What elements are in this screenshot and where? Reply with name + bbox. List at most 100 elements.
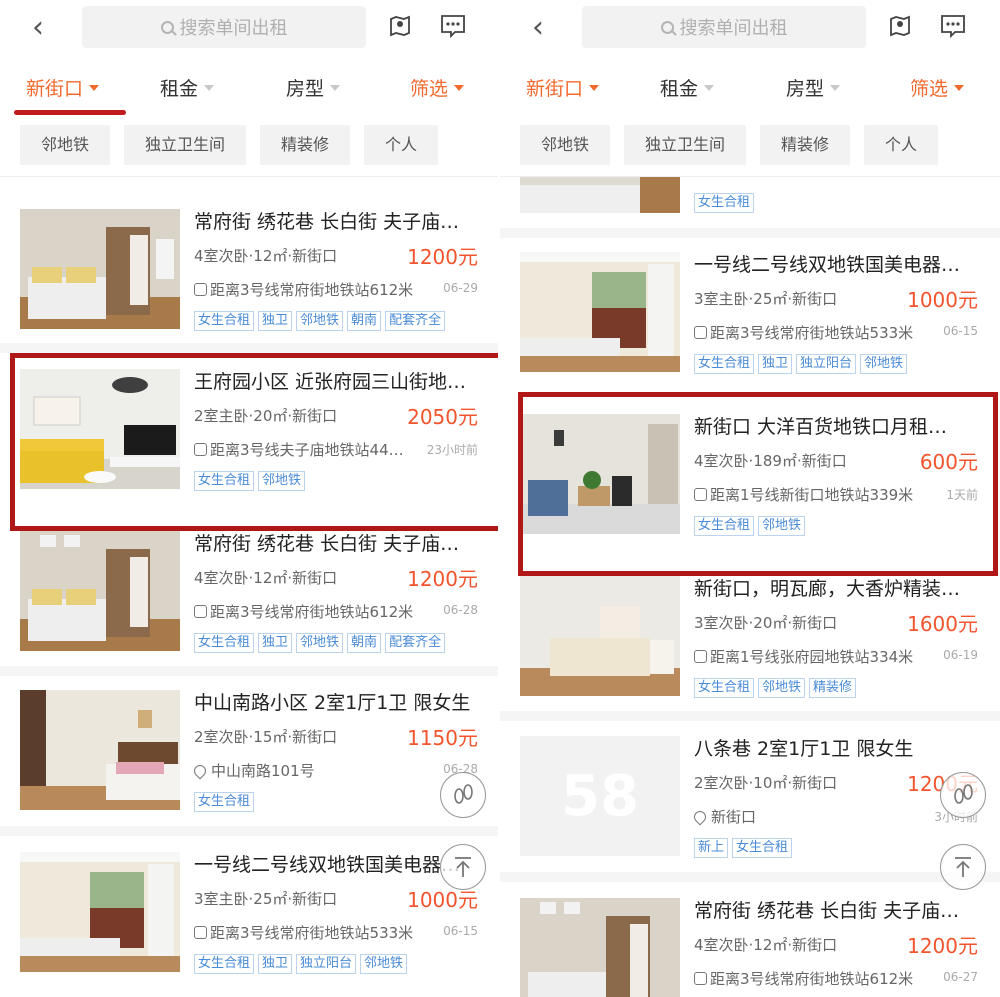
tag: 女生合租 [194, 792, 255, 812]
listing-location-text: 距离1号线张府园地铁站334米 [710, 648, 914, 666]
listing-time: 06-19 [943, 648, 978, 662]
filter-more[interactable]: 筛选 [910, 74, 965, 101]
filter-rent[interactable]: 租金 [660, 74, 715, 101]
listing-location: 距离3号线常府街地铁站612米 [194, 601, 424, 622]
chip-fine-decoration[interactable]: 精装修 [760, 125, 850, 165]
listing-photo [20, 690, 180, 810]
tag: 邻地铁 [296, 311, 344, 331]
dropdown-arrow-icon [589, 84, 600, 91]
active-filter-underline [14, 110, 126, 115]
chip-individual[interactable]: 个人 [364, 125, 438, 165]
search-input[interactable]: 搜索单间出租 [582, 6, 866, 48]
dropdown-arrow-icon [330, 84, 341, 91]
chip-near-subway[interactable]: 邻地铁 [520, 125, 610, 165]
tag: 女生合租 [194, 311, 255, 331]
filter-location[interactable]: 新街口 [26, 74, 100, 101]
dropdown-arrow-icon [830, 84, 841, 91]
filter-more[interactable]: 筛选 [410, 74, 465, 101]
back-to-top-button[interactable] [940, 844, 986, 890]
filter-location-label: 新街口 [526, 78, 584, 100]
highlight-frame [10, 353, 500, 531]
footprint-button[interactable] [940, 772, 986, 818]
chip-fine-decoration[interactable]: 精装修 [260, 125, 350, 165]
listing-meta: 3室次卧·20㎡·新街口 [694, 614, 838, 632]
listing-item[interactable]: 常府街 绣花巷 长白街 夫子庙… 4室次卧·12㎡·新街口 1200元 距离3号… [0, 517, 500, 667]
filter-room-type[interactable]: 房型 [786, 74, 841, 101]
dropdown-arrow-icon [204, 84, 215, 91]
listing-item[interactable]: 常府街 绣花巷 长白街 夫子庙… 4室次卧·12㎡·新街口 1200元 距离3号… [500, 884, 1000, 997]
message-icon[interactable] [940, 14, 966, 38]
listing-photo [520, 177, 680, 213]
listing-price: 1200元 [407, 245, 478, 269]
filter-rent-label: 租金 [660, 78, 699, 100]
listing-meta: 4室次卧·12㎡·新街口 [194, 569, 338, 587]
message-icon[interactable] [440, 14, 466, 38]
listing-photo-placeholder: 58 [520, 736, 680, 856]
listing-item[interactable]: 中山南路小区 2室1厅1卫 限女生 2室次卧·15㎡·新街口 1150元 中山南… [0, 676, 500, 826]
footprint-icon [454, 784, 473, 804]
listing-item[interactable]: 58 八条巷 2室1厅1卫 限女生 2室次卧·10㎡·新街口 1200元 新街口… [500, 722, 1000, 872]
separator [500, 872, 1000, 882]
back-arrow-icon[interactable]: ‹ [24, 12, 52, 44]
listing-location-text: 距离3号线常府街地铁站533米 [210, 924, 414, 942]
listing-tags: 女生合租 独卫 邻地铁 朝南 配套齐全 [194, 311, 449, 331]
listing-item[interactable]: 一号线二号线双地铁国美电器… 3室主卧·25㎡·新街口 1000元 距离3号线常… [0, 838, 500, 988]
listing-tags: 女生合租 [694, 193, 758, 213]
tag: 独卫 [258, 954, 293, 974]
listing-meta: 2室次卧·15㎡·新街口 [194, 728, 338, 746]
chip-individual[interactable]: 个人 [864, 125, 938, 165]
filter-rent[interactable]: 租金 [160, 74, 215, 101]
highlight-frame [518, 392, 998, 576]
dropdown-arrow-icon [954, 84, 965, 91]
filter-location[interactable]: 新街口 [526, 74, 600, 101]
listing-title: 常府街 绣花巷 长白街 夫子庙… [194, 533, 460, 555]
footprint-button[interactable] [440, 772, 486, 818]
tag: 新上 [694, 838, 729, 858]
listing-photo [20, 852, 180, 972]
back-arrow-icon[interactable]: ‹ [524, 12, 552, 44]
filter-room-type-label: 房型 [286, 78, 325, 100]
listing-location: 距离3号线常府街地铁站533米 [194, 922, 424, 943]
search-placeholder: 搜索单间出租 [179, 18, 288, 39]
tag: 女生合租 [194, 633, 255, 653]
listing-location: 距离3号线常府街地铁站612米 [194, 279, 424, 300]
tag: 朝南 [347, 633, 382, 653]
chip-private-bathroom[interactable]: 独立卫生间 [124, 125, 246, 165]
map-icon[interactable] [888, 14, 912, 38]
listing-photo [520, 898, 680, 997]
separator [0, 666, 500, 676]
arrow-up-icon [955, 857, 971, 877]
chip-private-bathroom[interactable]: 独立卫生间 [624, 125, 746, 165]
listing-title: 新街口，明瓦廊，大香炉精装… [694, 578, 961, 600]
listing-photo [520, 252, 680, 372]
search-input[interactable]: 搜索单间出租 [82, 6, 366, 48]
filter-room-type[interactable]: 房型 [286, 74, 341, 101]
location-pin-icon [194, 762, 209, 779]
listing-location: 中山南路101号 [194, 760, 424, 781]
footprint-icon [954, 784, 973, 804]
listing-time: 06-15 [443, 924, 478, 938]
location-pin-icon [694, 808, 709, 825]
listing-location: 距离1号线张府园地铁站334米 [694, 646, 924, 667]
right-screen: ‹ 搜索单间出租 新街口 租金 房型 筛选 邻地铁 独立卫生间 精装修 个人 女… [500, 0, 1000, 997]
listing-time: 06-29 [443, 281, 478, 295]
tag: 女生合租 [694, 678, 755, 698]
listing-item[interactable]: 常府街 绣花巷 长白街 夫子庙… 4室次卧·12㎡·新街口 1200元 距离3号… [0, 195, 500, 345]
listing-item[interactable]: 女生合租 [500, 177, 1000, 227]
tag: 独卫 [758, 354, 793, 374]
chip-near-subway[interactable]: 邻地铁 [20, 125, 110, 165]
listing-item[interactable]: 一号线二号线双地铁国美电器… 3室主卧·25㎡·新街口 1000元 距离3号线常… [500, 238, 1000, 388]
listing-title: 常府街 绣花巷 长白街 夫子庙… [694, 900, 960, 922]
separator [500, 711, 1000, 721]
back-to-top-button[interactable] [440, 844, 486, 890]
tag: 朝南 [347, 311, 382, 331]
map-icon[interactable] [388, 14, 412, 38]
listing-item[interactable]: 新街口，明瓦廊，大香炉精装… 3室次卧·20㎡·新街口 1600元 距离1号线张… [500, 562, 1000, 712]
tag: 邻地铁 [758, 678, 806, 698]
listing-time: 06-15 [943, 324, 978, 338]
placeholder-logo: 58 [520, 736, 680, 856]
tag: 邻地铁 [860, 354, 908, 374]
tag: 独卫 [258, 311, 293, 331]
tag: 独立阳台 [296, 954, 357, 974]
listing-price: 1200元 [407, 567, 478, 591]
